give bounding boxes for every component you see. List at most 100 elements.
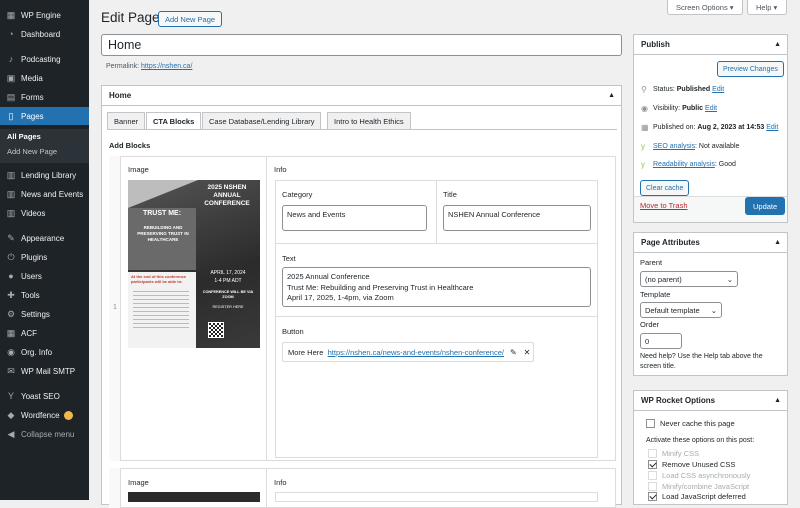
yoast-seo-icon: y: [641, 142, 645, 151]
never-cache-checkbox[interactable]: [646, 419, 655, 428]
yoast-readability-icon: y: [641, 160, 645, 169]
menu-item-plugins[interactable]: ⏻ Plugins: [0, 248, 89, 266]
menu-item-tools[interactable]: ✚ Tools: [0, 286, 89, 304]
metabox-header[interactable]: WP Rocket Options ▲: [634, 391, 787, 411]
clear-cache-button[interactable]: Clear cache: [640, 180, 690, 196]
load-css-async-option: Load CSS asynchronously: [648, 471, 750, 480]
button-url-link[interactable]: https://nshen.ca/news-and-events/nshen-c…: [328, 348, 504, 357]
menu-item-wpengine[interactable]: ▦ WP Engine: [0, 6, 89, 24]
button-link-field[interactable]: More Here https://nshen.ca/news-and-even…: [282, 342, 534, 362]
menu-item-news-events[interactable]: ▥ News and Events: [0, 185, 89, 203]
parent-select[interactable]: (no parent) ⌄: [640, 271, 738, 287]
book-icon: ▥: [6, 169, 16, 180]
menu-item-yoast-seo[interactable]: Y Yoast SEO: [0, 387, 89, 405]
collapse-arrow-icon[interactable]: ▲: [774, 397, 781, 404]
plugin-icon: ⏻: [7, 251, 15, 262]
image-thumbnail[interactable]: [128, 492, 260, 502]
never-cache-option[interactable]: Never cache this page: [646, 419, 735, 428]
category-label: Category: [282, 190, 313, 199]
text-area[interactable]: 2025 Annual Conference Trust Me: Rebuild…: [282, 267, 591, 307]
menu-item-users[interactable]: ● Users: [0, 267, 89, 285]
tabs-divider: [107, 129, 617, 130]
help-text: Need help? Use the Help tab above the sc…: [640, 353, 763, 370]
menu-item-podcasting[interactable]: ♪ Podcasting: [0, 50, 89, 68]
menu-item-wp-mail-smtp[interactable]: ✉ WP Mail SMTP: [0, 362, 89, 380]
pencil-edit-icon[interactable]: ✎: [510, 348, 517, 357]
screen-options-button[interactable]: Screen Options ▾: [667, 0, 743, 15]
pages-submenu: All Pages Add New Page: [0, 129, 89, 163]
tab-case-database[interactable]: Case Database/Lending Library: [202, 112, 322, 130]
edit-status-link[interactable]: Edit: [712, 86, 724, 93]
repeater-row: [109, 468, 616, 508]
mail-icon: ✉: [7, 365, 15, 376]
order-label: Order: [640, 320, 660, 329]
preview-changes-button[interactable]: Preview Changes: [717, 61, 784, 77]
row-handle[interactable]: [109, 468, 121, 508]
metabox-header[interactable]: Home ▲: [102, 86, 621, 106]
video-icon: ▥: [6, 207, 16, 218]
metabox-header[interactable]: Publish ▲: [634, 35, 787, 55]
update-button[interactable]: Update: [745, 197, 786, 215]
edit-visibility-link[interactable]: Edit: [705, 105, 717, 112]
collapse-icon: ◀: [7, 428, 15, 439]
menu-item-dashboard[interactable]: ◔ Dashboard: [0, 25, 89, 43]
yoast-icon: Y: [7, 390, 14, 401]
menu-item-settings[interactable]: ⚙ Settings: [0, 305, 89, 323]
info-column-label: Info: [274, 165, 287, 174]
seo-analysis-link[interactable]: SEO analysis: [653, 143, 695, 150]
collapse-menu-button[interactable]: ◀ Collapse menu: [0, 425, 89, 443]
remove-unused-css-checkbox[interactable]: [648, 460, 657, 469]
menu-item-media[interactable]: ▣ Media: [0, 69, 89, 87]
permalink-link[interactable]: https://nshen.ca/: [141, 63, 192, 70]
edit-date-link[interactable]: Edit: [766, 124, 778, 131]
add-blocks-label: Add Blocks: [109, 141, 151, 150]
image-column-label: Image: [128, 165, 149, 174]
eye-icon: ◉: [641, 104, 648, 113]
menu-item-pages[interactable]: ▯ Pages: [0, 107, 89, 125]
readability-analysis-link[interactable]: Readability analysis: [653, 161, 715, 168]
parent-label: Parent: [640, 258, 663, 267]
menu-item-org-info[interactable]: ◉ Org. Info: [0, 343, 89, 361]
collapse-arrow-icon[interactable]: ▲: [774, 41, 781, 48]
remove-link-icon[interactable]: ✕: [524, 348, 531, 357]
info-column-label: Info: [274, 478, 287, 487]
permalink: Permalink: https://nshen.ca/: [106, 63, 193, 70]
caret-down-icon: ▾: [729, 2, 734, 12]
wordfence-icon: ◆: [7, 409, 15, 420]
tab-banner[interactable]: Banner: [107, 112, 146, 130]
menu-item-lending-library[interactable]: ▥ Lending Library: [0, 166, 89, 184]
media-icon: ▣: [6, 72, 16, 83]
row-number: 1: [113, 304, 117, 311]
tab-cta-blocks[interactable]: CTA Blocks: [146, 112, 202, 130]
add-new-page-button[interactable]: Add New Page: [158, 11, 223, 27]
move-to-trash-link[interactable]: Move to Trash: [640, 201, 688, 210]
template-select[interactable]: Default template ⌄: [640, 302, 722, 318]
text-label: Text: [282, 254, 296, 263]
remove-unused-css-option[interactable]: Remove Unused CSS: [648, 460, 735, 469]
activate-options-label: Activate these options on this post:: [646, 437, 755, 444]
pages-icon: ▯: [8, 110, 14, 121]
forms-icon: ▤: [6, 91, 16, 102]
button-label: Button: [282, 327, 304, 336]
tab-intro-health-ethics[interactable]: Intro to Health Ethics: [327, 112, 411, 130]
title-field[interactable]: NSHEN Annual Conference: [443, 205, 591, 231]
menu-item-wordfence[interactable]: ◆ Wordfence: [0, 406, 89, 424]
menu-item-acf[interactable]: ▦ ACF: [0, 324, 89, 342]
metabox-header[interactable]: Page Attributes ▲: [634, 233, 787, 253]
minify-js-option: Minify/combine JavaScript: [648, 482, 749, 491]
menu-item-forms[interactable]: ▤ Forms: [0, 88, 89, 106]
menu-item-appearance[interactable]: ✎ Appearance: [0, 229, 89, 247]
menu-item-videos[interactable]: ▥ Videos: [0, 204, 89, 222]
chevron-down-icon: ⌄: [710, 305, 717, 315]
collapse-arrow-icon[interactable]: ▲: [774, 239, 781, 246]
submenu-all-pages[interactable]: All Pages: [0, 129, 89, 144]
order-input[interactable]: 0: [640, 333, 682, 349]
conference-poster-image[interactable]: TRUST ME: REBUILDING AND PRESERVING TRUS…: [128, 180, 260, 348]
post-title-input[interactable]: Home: [101, 34, 622, 56]
calendar-icon: ▦: [641, 123, 649, 132]
submenu-add-new-page[interactable]: Add New Page: [0, 144, 89, 159]
collapse-arrow-icon[interactable]: ▲: [608, 92, 615, 99]
help-button[interactable]: Help ▾: [747, 0, 787, 15]
category-field[interactable]: News and Events: [282, 205, 427, 231]
news-icon: ▥: [6, 188, 16, 199]
